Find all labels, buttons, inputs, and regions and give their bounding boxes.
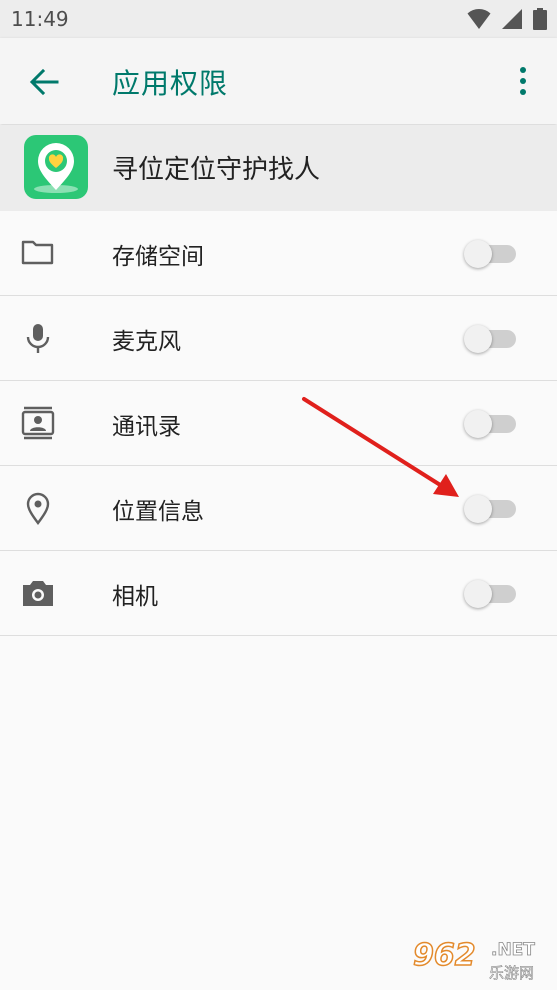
app-bar: 应用权限 — [0, 38, 557, 124]
watermark-net: .NET — [491, 940, 536, 961]
status-icons — [461, 8, 547, 30]
status-time: 11:49 — [11, 7, 69, 31]
location-heart-app-icon — [24, 135, 88, 199]
switch-thumb — [464, 410, 492, 438]
folder-icon — [20, 235, 56, 271]
switch-thumb — [464, 325, 492, 353]
watermark-number: 962 — [412, 937, 476, 974]
permission-row-microphone[interactable]: 麦克风 — [0, 296, 557, 381]
back-button[interactable] — [24, 62, 64, 102]
signal-icon — [501, 9, 522, 29]
permission-row-contacts[interactable]: 通讯录 — [0, 381, 557, 466]
watermark-logo: 962 .NET 乐游网 — [412, 937, 551, 986]
permission-list: 存储空间 麦克风 通讯录 位置信息 相机 — [0, 211, 557, 636]
permission-row-storage[interactable]: 存储空间 — [0, 211, 557, 296]
switch-thumb — [464, 495, 492, 523]
microphone-icon — [20, 320, 56, 356]
contacts-switch[interactable] — [464, 407, 516, 439]
arrow-back-icon — [29, 68, 59, 96]
battery-icon — [533, 8, 547, 30]
more-vert-icon — [520, 67, 526, 95]
storage-switch[interactable] — [464, 237, 516, 269]
camera-icon — [20, 575, 56, 611]
camera-switch[interactable] — [464, 577, 516, 609]
watermark-site: 乐游网 — [489, 964, 535, 983]
switch-thumb — [464, 580, 492, 608]
status-bar: 11:49 — [0, 0, 557, 38]
permission-row-camera[interactable]: 相机 — [0, 551, 557, 636]
switch-thumb — [464, 240, 492, 268]
app-name: 寻位定位守护找人 — [112, 155, 321, 185]
permission-label: 存储空间 — [112, 244, 204, 270]
permission-label: 位置信息 — [112, 499, 204, 525]
app-header: 寻位定位守护找人 — [0, 125, 557, 211]
permission-label: 麦克风 — [112, 329, 181, 355]
microphone-switch[interactable] — [464, 322, 516, 354]
permission-row-location[interactable]: 位置信息 — [0, 466, 557, 551]
location-switch[interactable] — [464, 492, 516, 524]
page-title: 应用权限 — [112, 67, 229, 100]
contacts-icon — [20, 405, 56, 441]
more-options-button[interactable] — [511, 64, 535, 98]
wifi-icon — [467, 9, 491, 29]
location-pin-icon — [20, 490, 56, 526]
permission-label: 通讯录 — [112, 414, 181, 440]
permission-label: 相机 — [112, 584, 158, 610]
